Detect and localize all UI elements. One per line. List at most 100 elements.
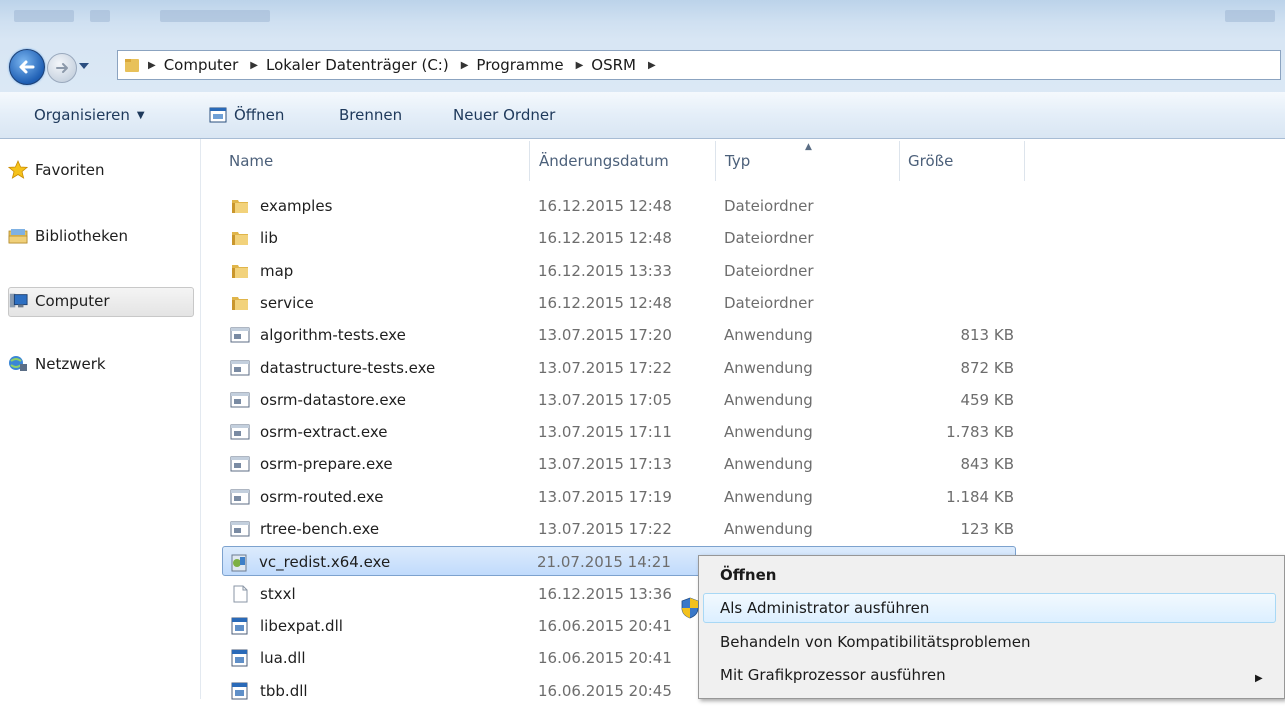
file-row[interactable]: osrm-prepare.exe 13.07.2015 17:13 Anwendun… [224,448,1024,480]
new-folder-button[interactable]: Neuer Ordner [453,106,555,124]
column-divider[interactable] [715,141,716,181]
column-header-name[interactable]: Name [229,141,273,181]
file-name: service [260,294,314,312]
file-type: Anwendung [724,391,813,409]
file-name: vc_redist.x64.exe [259,553,391,571]
chevron-down-icon [79,63,89,69]
open-button[interactable]: Öffnen [209,106,284,124]
exe-icon [230,392,250,408]
forward-button[interactable] [47,53,77,83]
breadcrumb-arrow-icon[interactable]: ▶ [648,60,656,71]
address-bar[interactable]: ▶ Computer ▶ Lokaler Datenträger (C:) ▶ Pro… [117,50,1281,80]
breadcrumb-drive[interactable]: ▶ Lokaler Datenträger (C:) [250,56,448,74]
file-date: 13.07.2015 17:20 [538,326,672,344]
file-name: osrm-datastore.exe [260,391,407,409]
file-row[interactable]: service 16.12.2015 12:48 Dateiordner [224,287,1024,319]
recent-pages-button[interactable] [77,59,91,73]
context-menu-troubleshoot-compatibility[interactable]: Behandeln von Kompatibilitätsproblemen [720,633,1030,651]
file-name: libexpat.dll [260,617,343,635]
star-icon [8,160,28,180]
breadcrumb-arrow-icon[interactable]: ▶ [461,60,469,71]
file-name: rtree-bench.exe [260,520,380,538]
file-date: 16.12.2015 13:36 [538,585,672,603]
file-name: osrm-prepare.exe [260,455,393,473]
folder-icon [232,200,248,213]
context-menu-run-with-gpu[interactable]: Mit Grafikprozessor ausführen [720,666,946,684]
file-size: 1.184 KB [946,488,1014,506]
folder-icon [125,59,139,72]
file-date: 13.07.2015 17:19 [538,488,672,506]
file-name: osrm-extract.exe [260,423,388,441]
file-type: Dateiordner [724,197,814,215]
breadcrumb-arrow-icon[interactable]: ▶ [148,60,156,71]
column-divider[interactable] [529,141,530,181]
burn-button[interactable]: Brennen [339,106,402,124]
breadcrumb-subfolder-menu[interactable]: ▶ [648,60,664,71]
file-row[interactable]: examples 16.12.2015 12:48 Dateiordner [224,190,1024,222]
file-row[interactable]: map 16.12.2015 13:33 Dateiordner [224,255,1024,287]
nav-item-favorites[interactable]: Favoriten [8,160,104,180]
column-header-date[interactable]: Änderungsdatum [539,141,669,181]
breadcrumb-osrm[interactable]: ▶ OSRM [576,56,636,74]
folder-icon [232,232,248,245]
file-type: Anwendung [724,423,813,441]
file-type: Anwendung [724,359,813,377]
network-icon [8,354,28,374]
file-name: datastructure-tests.exe [260,359,436,377]
submenu-arrow-icon: ▶ [1255,673,1263,684]
breadcrumb-label[interactable]: Lokaler Datenträger (C:) [266,56,449,74]
column-divider[interactable] [1024,141,1025,181]
organize-button[interactable]: Organisieren ▼ [34,106,145,124]
file-row[interactable]: osrm-datastore.exe 13.07.2015 17:05 Anwend… [224,384,1024,416]
file-size: 872 KB [960,359,1014,377]
file-size [894,190,1014,222]
context-menu-open[interactable]: Öffnen [720,566,776,584]
file-date: 13.07.2015 17:05 [538,391,672,409]
breadcrumb-arrow-icon[interactable]: ▶ [576,60,584,71]
window-controls[interactable] [1225,10,1275,22]
breadcrumb-computer[interactable]: ▶ Computer [148,56,238,74]
window-title-bar [0,0,1285,40]
file-row[interactable]: osrm-routed.exe 13.07.2015 17:19 Anwendung… [224,481,1024,513]
file-date: 16.06.2015 20:45 [538,682,672,700]
computer-icon [8,291,28,311]
column-header-size[interactable]: Größe [908,141,953,181]
blank-file-icon [233,585,248,603]
breadcrumb-programme[interactable]: ▶ Programme [461,56,564,74]
file-size: 813 KB [960,326,1014,344]
nav-item-computer[interactable]: Computer [8,291,110,311]
file-name: algorithm-tests.exe [260,326,406,344]
breadcrumb-arrow-icon[interactable]: ▶ [250,60,258,71]
breadcrumb-label[interactable]: Programme [476,56,563,74]
nav-item-libraries[interactable]: Bibliotheken [8,226,128,246]
column-label: Name [229,152,274,170]
file-row[interactable]: datastructure-tests.exe 13.07.2015 17:22 A… [224,352,1024,384]
file-type: Anwendung [724,488,813,506]
file-type: Anwendung [724,326,813,344]
new-folder-label: Neuer Ordner [453,106,556,124]
breadcrumb-label[interactable]: Computer [164,56,239,74]
nav-item-network[interactable]: Netzwerk [8,354,106,374]
file-type: Dateiordner [724,229,814,247]
column-header-type[interactable]: Typ [725,141,750,181]
file-name: stxxl [260,585,296,603]
window-title-icon [160,10,270,22]
uac-shield-icon [681,597,699,619]
back-arrow-icon [19,60,35,74]
breadcrumb-label[interactable]: OSRM [591,56,636,74]
exe-icon [230,327,250,343]
column-divider[interactable] [899,141,900,181]
file-date: 16.12.2015 12:48 [538,197,672,215]
back-button[interactable] [9,49,45,85]
file-row[interactable]: osrm-extract.exe 13.07.2015 17:11 Anwendun… [224,416,1024,448]
file-row[interactable]: algorithm-tests.exe 13.07.2015 17:20 Anwen… [224,319,1024,351]
file-row[interactable]: lib 16.12.2015 12:48 Dateiordner [224,222,1024,254]
sort-ascending-icon: ▲ [805,142,812,152]
file-row[interactable]: rtree-bench.exe 13.07.2015 17:22 Anwendung… [224,513,1024,545]
context-menu-run-as-admin[interactable]: Als Administrator ausführen [720,599,929,617]
exe-icon [230,424,250,440]
exe-icon [230,360,250,376]
pane-divider[interactable] [200,139,201,699]
file-size [894,287,1014,319]
file-date: 16.06.2015 20:41 [538,617,672,635]
